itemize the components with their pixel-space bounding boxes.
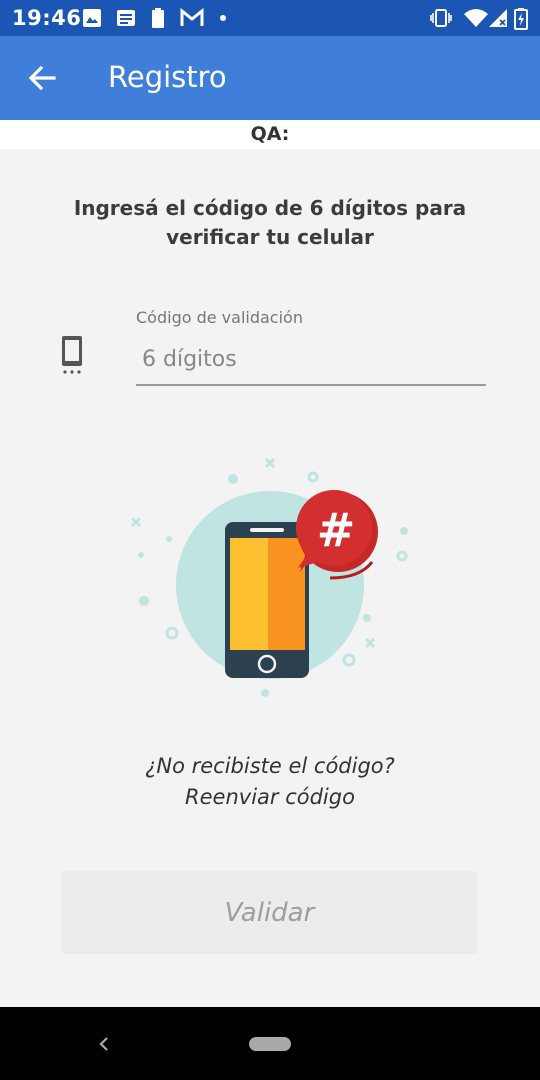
arrow-left-icon[interactable] (26, 62, 58, 94)
code-input[interactable] (136, 334, 486, 386)
image-icon (83, 9, 101, 27)
smartphone-icon (62, 336, 82, 374)
battery-saver-icon (152, 8, 164, 28)
page-title: Registro (108, 60, 227, 94)
status-bar: 19:46 (0, 0, 540, 36)
instruction-line-1: Ingresá el código de 6 dígitos para (73, 196, 467, 220)
battery-charging-icon (514, 8, 528, 30)
environment-label: QA: (250, 123, 290, 145)
instruction-line-2: verificar tu celular (166, 225, 374, 249)
vibrate-icon (430, 9, 452, 27)
hashtag-glyph: # (317, 503, 356, 557)
nav-back-icon[interactable] (96, 1033, 112, 1055)
resend-code-link[interactable]: Reenviar código (0, 785, 540, 809)
dot-icon (220, 15, 226, 21)
instruction-text: Ingresá el código de 6 dígitos para veri… (70, 194, 470, 252)
phone-hashtag-illustration: # (130, 457, 408, 697)
app-bar: Registro (0, 36, 540, 120)
code-field-label: Código de validación (136, 308, 303, 327)
resend-question: ¿No recibiste el código? (145, 754, 395, 778)
nav-home-pill[interactable] (249, 1037, 291, 1051)
environment-strip: QA: (0, 120, 540, 149)
navigation-bar (0, 1007, 540, 1080)
wifi-icon (464, 9, 488, 27)
status-time: 19:46 (12, 6, 82, 30)
validate-button[interactable]: Validar (61, 871, 478, 954)
gmail-icon (180, 8, 204, 26)
signal-icon (489, 9, 507, 27)
news-icon (117, 10, 135, 26)
